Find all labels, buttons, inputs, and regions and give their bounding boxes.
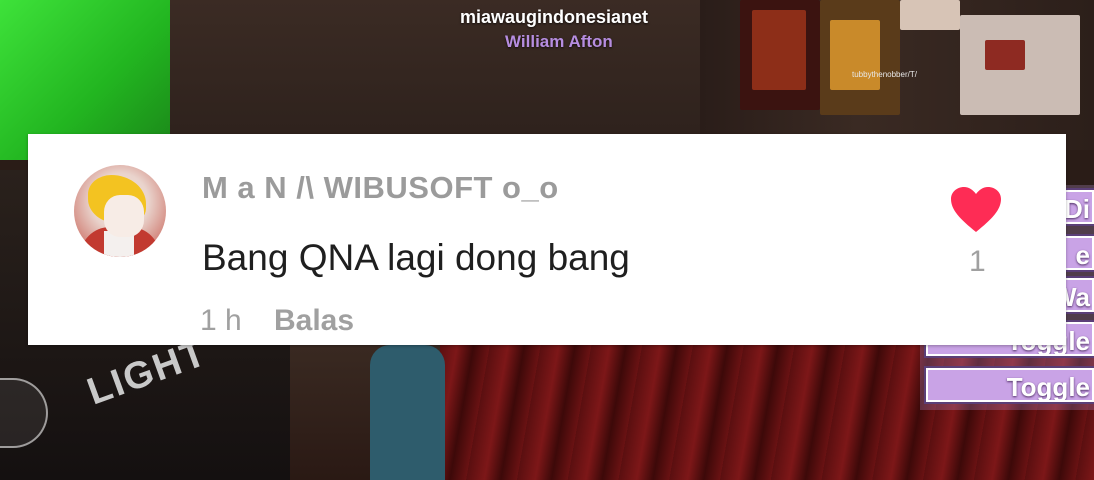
poster [900, 0, 960, 30]
poster-detail [985, 40, 1025, 70]
like-count: 1 [969, 245, 986, 278]
heart-icon[interactable] [950, 186, 1002, 234]
small-tag: tubbythenobber/T/ [852, 70, 917, 79]
streamer-name: miawaugindonesianet [460, 7, 649, 27]
avatar-face [104, 195, 144, 237]
poster-detail [752, 10, 806, 90]
comment-text: Bang QNA lagi dong bang [202, 237, 630, 278]
toggle-button-2[interactable]: Toggle [926, 368, 1094, 402]
poster-detail [830, 20, 880, 90]
comment-time: 1 h [200, 304, 242, 337]
reply-button[interactable]: Balas [274, 304, 354, 338]
heart-shape [951, 187, 1001, 232]
character-figure [370, 345, 445, 480]
avatar[interactable] [74, 165, 166, 257]
comment-username[interactable]: M a N /\ WIBUSOFT o_o [202, 170, 559, 206]
streamer-subtitle: William Afton [505, 32, 613, 51]
